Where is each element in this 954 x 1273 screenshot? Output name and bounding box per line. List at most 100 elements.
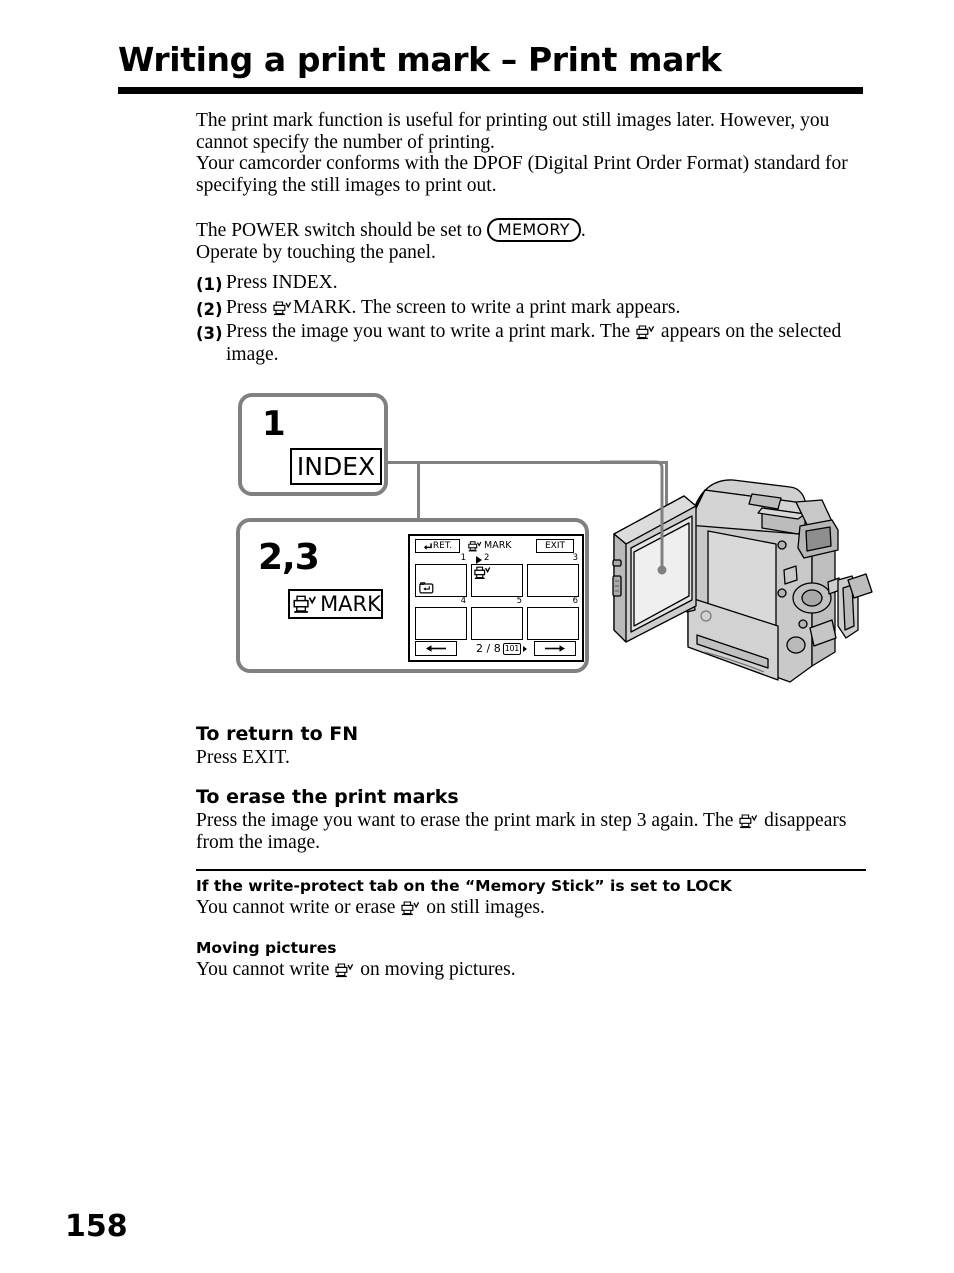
step-text: Press the image you want to write a prin… <box>226 321 866 366</box>
step-item: (1) Press INDEX. <box>196 272 866 297</box>
page-title: Writing a print mark – Print mark <box>118 40 722 79</box>
section-body-post: on moving pictures. <box>355 959 516 980</box>
step-text-pre: Press <box>226 296 273 318</box>
print-mark-icon <box>468 540 482 552</box>
step-item: (2) Press MARK. The screen to write a pr… <box>196 297 866 322</box>
section-heading: To return to FN <box>196 723 359 745</box>
section-heading: If the write-protect tab on the “Memory … <box>196 877 732 895</box>
lcd-mark-title: MARK <box>467 539 512 553</box>
step-text-pre: Press the image you want to write a prin… <box>226 321 636 342</box>
next-arrow-icon <box>545 645 565 652</box>
step-item: (3) Press the image you want to write a … <box>196 321 866 366</box>
print-mark-icon <box>401 901 420 916</box>
print-mark-icon <box>636 325 655 340</box>
playback-marker-icon <box>476 556 482 564</box>
folder-number-tag: 101 <box>502 642 522 655</box>
diagram-step-23-box: 2,3 MARK RET. MARK EXIT 1 2 3 4 5 6 2 / … <box>236 518 589 673</box>
section-body: Press EXIT. <box>196 747 290 768</box>
section-body-pre: You cannot write <box>196 959 335 980</box>
thumbnail-number: 6 <box>572 596 578 606</box>
intro-text-block: The print mark function is useful for pr… <box>196 110 866 264</box>
section-divider <box>196 869 866 871</box>
connector-line-vertical-branch <box>417 461 420 518</box>
print-mark-icon <box>293 595 317 614</box>
memory-badge: MEMORY <box>486 218 581 242</box>
thumbnail-number: 2 <box>484 553 490 563</box>
step-number: (2) <box>196 299 223 319</box>
thumbnail-frame <box>527 607 579 640</box>
image-counter-text: 2 / 8 <box>476 642 501 655</box>
power-switch-line: The POWER switch should be set to MEMORY… <box>196 218 866 242</box>
title-underline <box>118 87 863 94</box>
prev-arrow-icon <box>426 645 446 652</box>
numbered-steps: (1) Press INDEX. (2) Press MARK. The scr… <box>196 272 866 366</box>
step-text: Press INDEX. <box>226 272 338 293</box>
lcd-screen-mock: RET. MARK EXIT 1 2 3 4 5 6 2 / 8 101 <box>408 534 584 662</box>
thumbnail-number: 1 <box>460 553 466 563</box>
power-switch-suffix: . <box>580 220 586 241</box>
next-page-button[interactable] <box>534 641 576 656</box>
operate-line: Operate by touching the panel. <box>196 242 436 263</box>
power-switch-prefix: The POWER switch should be set to <box>196 220 487 241</box>
diagram-step-23-number: 2,3 <box>258 537 320 578</box>
thumbnail-number: 5 <box>516 596 522 606</box>
thumbnail-number: 3 <box>572 553 578 563</box>
thumbnail-item[interactable]: 4 <box>415 596 467 640</box>
ret-button-label: RET. <box>432 541 453 551</box>
step-text: Press MARK. The screen to write a print … <box>226 297 866 322</box>
return-arrow-icon <box>423 542 432 550</box>
step-number: (1) <box>196 275 223 294</box>
thumbnail-number: 4 <box>460 596 466 606</box>
print-mark-icon <box>739 814 758 829</box>
section-body-post: on still images. <box>421 897 545 918</box>
section-body-pre: You cannot write or erase <box>196 897 401 918</box>
section-body: Press the image you want to erase the pr… <box>196 810 866 853</box>
step-text-post: MARK. The screen to write a print mark a… <box>293 296 681 318</box>
section-heading: To erase the print marks <box>196 786 459 808</box>
folder-return-icon <box>419 582 434 594</box>
lcd-top-bar: RET. MARK EXIT <box>410 538 582 553</box>
thumbnail-item[interactable]: 3 <box>527 553 579 597</box>
camcorder-illustration <box>600 430 900 695</box>
thumbnail-item[interactable]: 1 <box>415 553 467 597</box>
previous-page-button[interactable] <box>415 641 457 656</box>
page-header: Writing a print mark – Print mark <box>118 40 863 94</box>
section-moving-pictures: Moving pictures You cannot write on movi… <box>196 938 866 981</box>
thumbnail-item[interactable]: 5 <box>471 596 523 640</box>
thumbnail-frame <box>415 607 467 640</box>
diagram-step-1-box: 1 INDEX <box>238 393 388 496</box>
lcd-mark-title-label: MARK <box>484 540 512 551</box>
section-heading: Moving pictures <box>196 939 337 957</box>
camcorder-drawing <box>600 460 873 683</box>
thumbnail-frame <box>471 564 523 597</box>
thumbnail-row: 1 2 3 <box>415 553 581 597</box>
exit-button[interactable]: EXIT <box>536 539 574 553</box>
thumbnail-grid: 1 2 3 4 5 6 <box>415 553 581 640</box>
ret-button[interactable]: RET. <box>415 539 460 553</box>
thumbnail-frame <box>471 607 523 640</box>
section-body-pre: Press the image you want to erase the pr… <box>196 810 739 831</box>
print-mark-icon <box>273 300 292 316</box>
section-write-protect: If the write-protect tab on the “Memory … <box>196 876 866 919</box>
print-mark-button-label: MARK <box>320 592 381 616</box>
section-return-to-fn: To return to FN Press EXIT. <box>196 722 866 769</box>
section-body: You cannot write on moving pictures. <box>196 959 866 981</box>
thumbnail-frame <box>415 564 467 597</box>
intro-paragraph-1: The print mark function is useful for pr… <box>196 110 830 153</box>
thumbnail-item[interactable]: 6 <box>527 596 579 640</box>
print-mark-icon <box>474 566 491 579</box>
step-number: (3) <box>196 324 223 343</box>
page-number: 158 <box>65 1209 128 1244</box>
print-mark-icon <box>335 963 354 978</box>
section-erase-print-marks: To erase the print marks Press the image… <box>196 785 866 853</box>
diagram-step-1-number: 1 <box>262 404 286 444</box>
print-mark-button[interactable]: MARK <box>288 589 383 619</box>
section-body: You cannot write or erase on still image… <box>196 897 866 919</box>
index-button[interactable]: INDEX <box>290 448 382 485</box>
thumbnail-frame <box>527 564 579 597</box>
lcd-bottom-bar: 2 / 8 101 <box>410 641 582 657</box>
intro-paragraph-2: Your camcorder conforms with the DPOF (D… <box>196 153 848 196</box>
thumbnail-item-selected[interactable]: 2 <box>471 553 523 597</box>
thumbnail-row: 4 5 6 <box>415 596 581 640</box>
image-counter: 2 / 8 101 <box>476 641 528 656</box>
